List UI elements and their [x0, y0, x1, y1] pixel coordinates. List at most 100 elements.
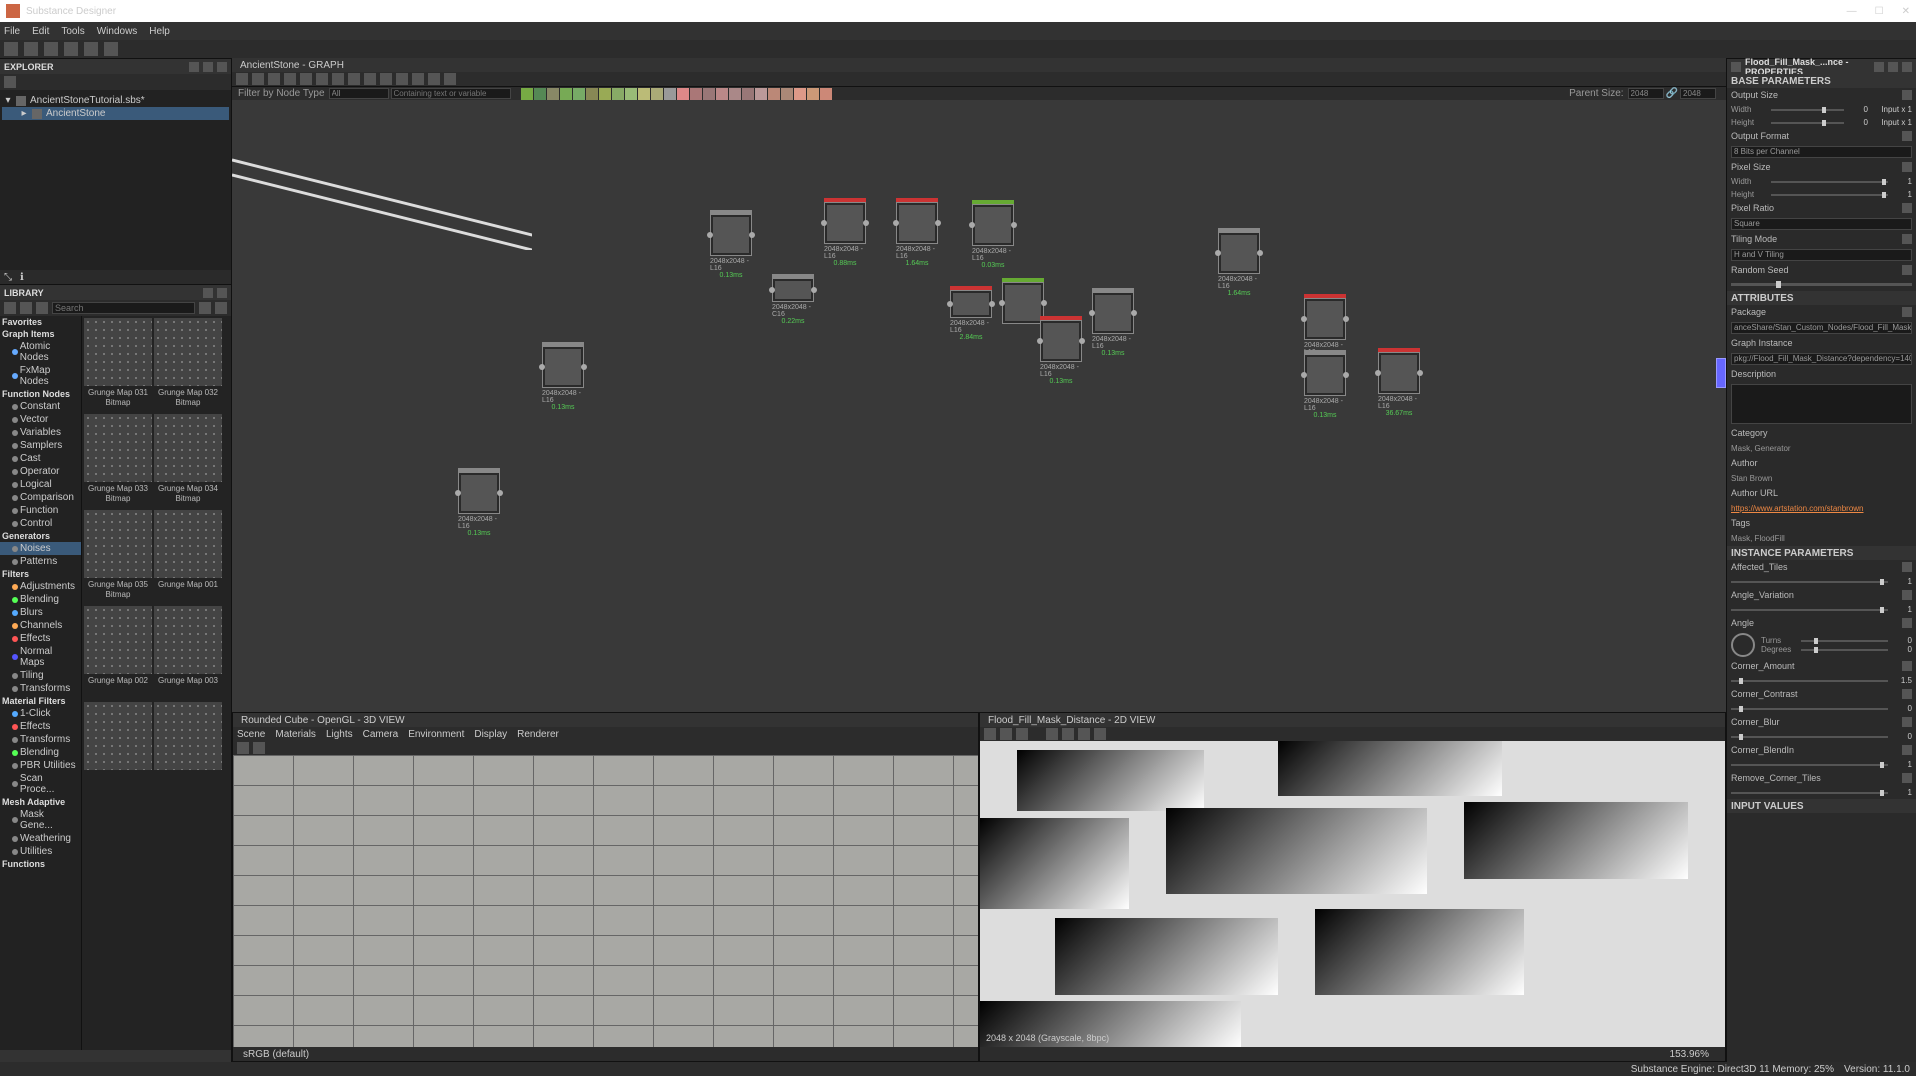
reset-icon[interactable] [1902, 234, 1912, 244]
reset-icon[interactable] [1902, 661, 1912, 671]
graph-node[interactable]: 2048x2048 - L160.13ms [710, 210, 752, 279]
close-panel-icon[interactable] [217, 62, 227, 72]
material-swatch[interactable] [651, 88, 663, 100]
menu-lights[interactable]: Lights [326, 729, 353, 740]
library-category[interactable]: Material Filters [0, 695, 81, 707]
snapshot-icon[interactable] [268, 73, 280, 85]
reset-icon[interactable] [1902, 203, 1912, 213]
corner-contrast-slider[interactable] [1731, 708, 1888, 710]
filter-icon[interactable] [20, 302, 32, 314]
angle-dial[interactable] [1731, 633, 1755, 657]
resize-icon[interactable]: ⤡ [4, 272, 12, 283]
library-category[interactable]: Scan Proce... [0, 772, 81, 796]
library-category[interactable]: Adjustments [0, 580, 81, 593]
ps-height-slider[interactable] [1771, 194, 1888, 196]
material-swatch[interactable] [547, 88, 559, 100]
library-category[interactable]: Cast [0, 452, 81, 465]
library-thumbnail[interactable] [84, 702, 152, 796]
comment-icon[interactable] [380, 73, 392, 85]
view-icon[interactable] [215, 302, 227, 314]
align-v-icon[interactable] [332, 73, 344, 85]
minimize-button[interactable]: — [1847, 6, 1857, 17]
library-thumbnail[interactable]: Grunge Map 031 Bitmap [84, 318, 152, 412]
align-h-icon[interactable] [316, 73, 328, 85]
reset-icon[interactable] [1902, 689, 1912, 699]
menu-display[interactable]: Display [474, 729, 507, 740]
colorspace-label[interactable]: sRGB (default) [243, 1049, 309, 1060]
menu-windows[interactable]: Windows [97, 26, 138, 37]
library-category[interactable]: Effects [0, 720, 81, 733]
mesh-icon[interactable] [253, 742, 265, 754]
graph-node[interactable]: 2048x2048 - L1636.67ms [1378, 348, 1420, 417]
view3d-viewport[interactable] [233, 755, 978, 1047]
library-category[interactable]: Mesh Adaptive [0, 796, 81, 808]
maximize-button[interactable]: ☐ [1875, 6, 1884, 17]
library-category[interactable]: FxMap Nodes [0, 364, 81, 388]
library-thumbnail[interactable]: Grunge Map 003 [154, 606, 222, 700]
filter-type-select[interactable] [329, 88, 389, 99]
layout-icon[interactable] [300, 73, 312, 85]
histogram-icon[interactable] [1094, 728, 1106, 740]
info-graph-icon[interactable] [444, 73, 456, 85]
library-category[interactable]: Atomic Nodes [0, 340, 81, 364]
library-category[interactable]: Filters [0, 568, 81, 580]
reset-icon[interactable] [1902, 745, 1912, 755]
new-icon[interactable] [4, 42, 18, 56]
library-thumbnail[interactable]: Grunge Map 034 Bitmap [154, 414, 222, 508]
toggle2-icon[interactable] [412, 73, 424, 85]
filter-text-input[interactable] [391, 88, 511, 99]
grid-icon[interactable] [348, 73, 360, 85]
material-swatch[interactable] [586, 88, 598, 100]
library-category[interactable]: Weathering [0, 832, 81, 845]
library-category[interactable]: 1-Click [0, 707, 81, 720]
reset-camera-icon[interactable] [237, 742, 249, 754]
library-category[interactable]: Function [0, 504, 81, 517]
frame-icon[interactable] [364, 73, 376, 85]
edit-icon[interactable] [36, 302, 48, 314]
angle-degrees-slider[interactable] [1801, 649, 1888, 651]
library-thumbnail[interactable]: Grunge Map 033 Bitmap [84, 414, 152, 508]
corner-blur-slider[interactable] [1731, 736, 1888, 738]
reset-icon[interactable] [1902, 717, 1912, 727]
graph-node[interactable]: 2048x2048 - C160.22ms [772, 274, 814, 325]
library-thumbnail[interactable] [154, 702, 222, 796]
library-category[interactable]: Comparison [0, 491, 81, 504]
pin-icon[interactable] [189, 62, 199, 72]
parent-height-input[interactable] [1680, 88, 1716, 99]
angle-turns-slider[interactable] [1801, 640, 1888, 642]
graph-node[interactable] [1002, 278, 1044, 324]
material-swatch[interactable] [599, 88, 611, 100]
refresh-icon[interactable] [4, 76, 16, 88]
menu-help[interactable]: Help [149, 26, 170, 37]
material-swatch[interactable] [703, 88, 715, 100]
library-category[interactable]: PBR Utilities [0, 759, 81, 772]
material-swatch[interactable] [729, 88, 741, 100]
move-icon[interactable] [252, 73, 264, 85]
library-thumbnail[interactable]: Grunge Map 035 Bitmap [84, 510, 152, 604]
output-format-select[interactable]: 8 Bits per Channel [1731, 146, 1912, 158]
library-category[interactable]: Patterns [0, 555, 81, 568]
pin-icon[interactable] [1874, 62, 1884, 72]
library-thumbnails[interactable]: Grunge Map 031 BitmapGrunge Map 032 Bitm… [82, 316, 231, 1050]
sort-icon[interactable] [199, 302, 211, 314]
material-swatch[interactable] [664, 88, 676, 100]
material-swatch[interactable] [781, 88, 793, 100]
height-slider[interactable] [1771, 122, 1844, 124]
redo-icon[interactable] [104, 42, 118, 56]
library-categories[interactable]: FavoritesGraph ItemsAtomic NodesFxMap No… [0, 316, 82, 1050]
library-category[interactable]: Favorites [0, 316, 81, 328]
library-category[interactable]: Tiling [0, 669, 81, 682]
affected-tiles-slider[interactable] [1731, 581, 1888, 583]
material-swatch[interactable] [794, 88, 806, 100]
menu-materials[interactable]: Materials [275, 729, 316, 740]
random-seed-slider[interactable] [1731, 283, 1912, 286]
reset-icon[interactable] [1902, 562, 1912, 572]
library-category[interactable]: Control [0, 517, 81, 530]
graph-node[interactable]: 2048x2048 - L161.64ms [896, 198, 938, 267]
material-swatch[interactable] [807, 88, 819, 100]
menu-tools[interactable]: Tools [61, 26, 84, 37]
ps-width-slider[interactable] [1771, 181, 1888, 183]
material-swatch[interactable] [625, 88, 637, 100]
library-thumbnail[interactable]: Grunge Map 002 [84, 606, 152, 700]
library-category[interactable]: Operator [0, 465, 81, 478]
